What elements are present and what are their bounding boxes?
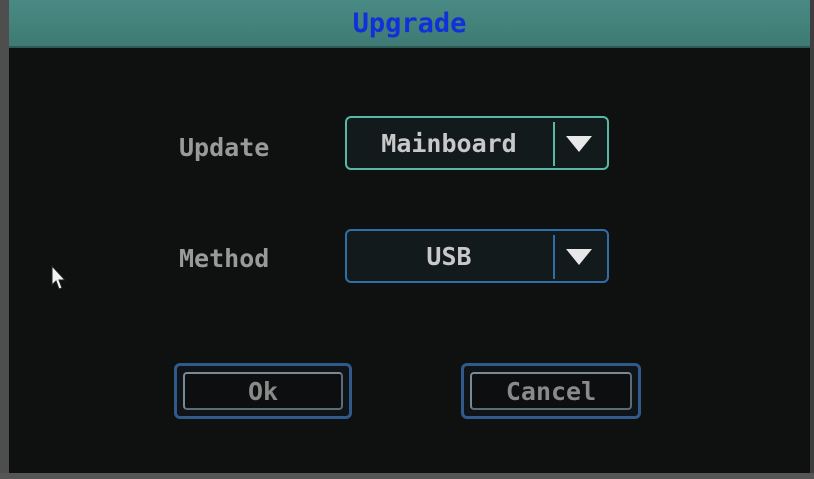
dialog-titlebar: Upgrade	[9, 0, 810, 48]
triangle-down-icon	[566, 136, 592, 152]
screen-edge-right	[810, 0, 814, 479]
ok-button-label: Ok	[247, 376, 279, 406]
cancel-button-label: Cancel	[505, 376, 597, 406]
method-label: Method	[179, 244, 270, 273]
method-dropdown-button[interactable]	[553, 235, 603, 279]
dvr-screen: Upgrade Update Mainboard Method USB Ok C…	[0, 0, 814, 479]
update-select-value: Mainboard	[381, 128, 517, 158]
triangle-down-icon	[566, 249, 592, 265]
screen-edge-left	[0, 0, 9, 479]
method-select[interactable]: USB	[345, 229, 609, 283]
update-dropdown-button[interactable]	[553, 122, 603, 166]
upgrade-dialog: Update Mainboard Method USB Ok Cancel	[9, 48, 810, 473]
ok-button[interactable]: Ok	[174, 363, 352, 419]
update-select[interactable]: Mainboard	[345, 116, 609, 170]
cancel-button[interactable]: Cancel	[461, 363, 641, 419]
screen-edge-bottom	[0, 473, 814, 479]
dialog-title: Upgrade	[352, 8, 467, 39]
method-select-value: USB	[426, 241, 472, 271]
mouse-pointer-icon	[51, 265, 67, 290]
update-label: Update	[179, 133, 270, 162]
